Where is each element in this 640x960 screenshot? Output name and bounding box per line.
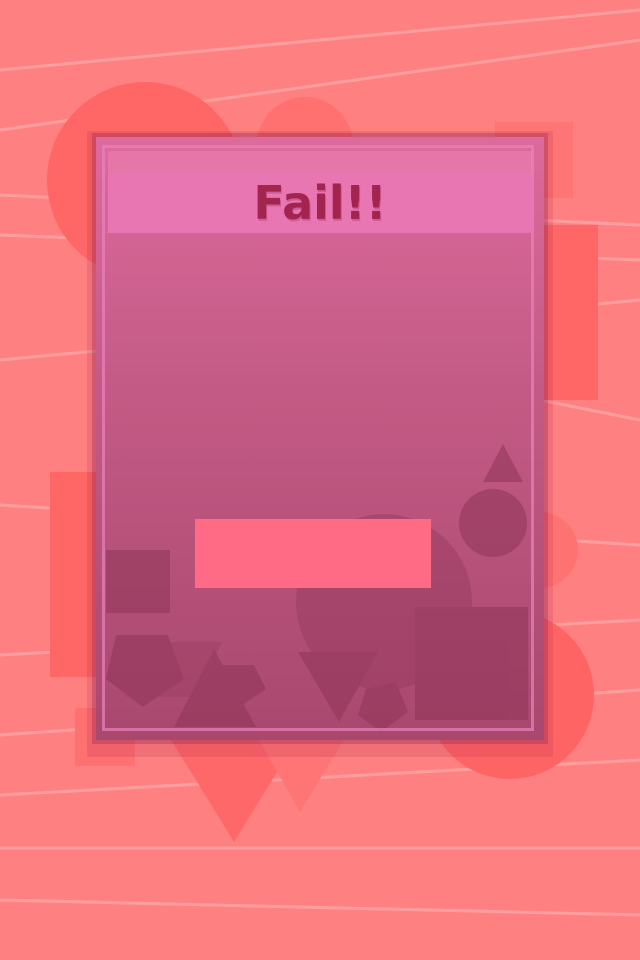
continue-button[interactable] <box>195 519 431 588</box>
fail-dialog: Fail!! <box>96 137 544 740</box>
dialog-title: Fail!! <box>253 176 387 230</box>
game-screen: Fail!! <box>0 0 640 960</box>
dialog-top-strip <box>108 151 532 173</box>
